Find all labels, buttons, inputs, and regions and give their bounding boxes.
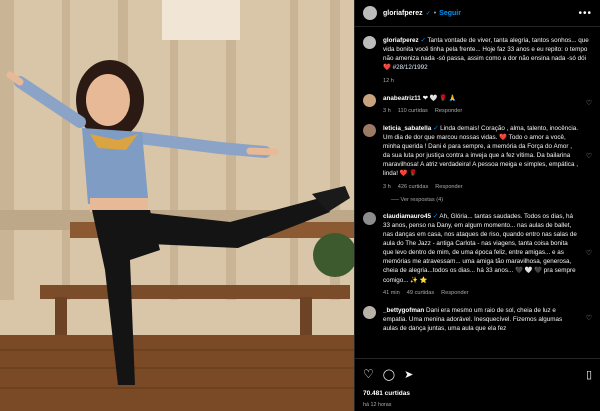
comment-username[interactable]: anabeatriz11 (383, 95, 421, 102)
comment-time: 3 h (383, 183, 391, 190)
like-comment-heart-icon[interactable]: ♡ (586, 99, 592, 109)
comment-item: leticia_sabatella ✓ Linda demais! Coraçã… (363, 123, 592, 191)
comment-likes[interactable]: 49 curtidas (407, 289, 434, 297)
caption-hashtag[interactable]: #28/12/1992 (393, 64, 428, 71)
separator-dot: • (433, 9, 437, 17)
post-side-panel: gloriafperez ✓ • Seguir ••• gloriafperez… (354, 0, 600, 411)
view-replies-label: Ver respostas (4) (400, 196, 444, 203)
comment-username[interactable]: claudiamauro45 (383, 213, 431, 220)
comment-avatar[interactable] (363, 211, 376, 225)
comment-item: anabeatriz11 ❤ 🤍 🌹 🙏 3 h 110 curtidas Re… (363, 93, 592, 115)
comment-icon[interactable]: ◯ (383, 368, 395, 381)
author-avatar[interactable] (363, 6, 377, 20)
post-likes[interactable]: 70.481 curtidas (363, 390, 410, 397)
instagram-post-modal: gloriafperez ✓ • Seguir ••• gloriafperez… (0, 0, 600, 411)
author-username[interactable]: gloriafperez (383, 10, 423, 17)
comment-text: Ah, Glória... tantas saudades. Todos os … (383, 212, 577, 284)
comment-avatar[interactable] (363, 305, 376, 319)
verified-icon: ✓ (425, 10, 431, 17)
bookmark-icon[interactable]: ▯ (586, 368, 592, 381)
comment-item: claudiamauro45 ✓ Ah, Glória... tantas sa… (363, 211, 592, 297)
comment-likes[interactable]: 110 curtidas (398, 107, 428, 115)
share-icon[interactable]: ➤ (404, 368, 413, 381)
post-time: há 12 horas (363, 402, 392, 408)
comment-time: 41 min (383, 289, 400, 296)
comment-text: Linda demais! Coração , alma, talento, i… (383, 124, 579, 178)
comment-username[interactable]: leticia_sabatella (383, 125, 431, 132)
comments-list: gloriafperez ✓ Tanta vontade de viver, t… (355, 36, 600, 333)
verified-icon: ✓ (420, 37, 426, 44)
caption: gloriafperez ✓ Tanta vontade de viver, t… (363, 36, 592, 85)
reply-button[interactable]: Responder (435, 107, 462, 115)
post-photo[interactable] (0, 0, 354, 411)
dancer-photo-illustration (0, 0, 354, 411)
comment-username[interactable]: _bettygofman (383, 307, 424, 314)
comment-text: ❤ 🤍 🌹 🙏 (422, 94, 457, 102)
like-comment-heart-icon[interactable]: ♡ (586, 152, 592, 162)
view-replies-link[interactable]: ── Ver respostas (4) (391, 197, 592, 203)
comment-avatar[interactable] (363, 93, 376, 107)
caption-time: 12 h (383, 77, 394, 84)
post-header: gloriafperez ✓ • Seguir ••• (355, 0, 600, 27)
comment-item: _bettygofman Dani era mesmo um raio de s… (363, 305, 592, 333)
heart-icon[interactable]: ♡ (363, 367, 374, 381)
action-area (355, 358, 600, 411)
caption-heart: ❤️ (383, 64, 391, 72)
reply-button[interactable]: Responder (441, 289, 468, 297)
caption-avatar[interactable] (363, 36, 376, 49)
reply-button[interactable]: Responder (435, 183, 462, 191)
like-comment-heart-icon[interactable]: ♡ (586, 249, 592, 259)
caption-username[interactable]: gloriafperez (383, 37, 419, 44)
comment-likes[interactable]: 426 curtidas (398, 183, 428, 191)
verified-icon: ✓ (433, 124, 439, 132)
more-icon[interactable]: ••• (578, 8, 592, 19)
follow-button[interactable]: Seguir (439, 10, 461, 17)
comment-time: 3 h (383, 107, 391, 114)
action-bar: ♡ ◯ ➤ ▯ (355, 367, 600, 381)
like-comment-heart-icon[interactable]: ♡ (586, 314, 592, 324)
verified-icon: ✓ (432, 212, 438, 220)
comment-avatar[interactable] (363, 123, 376, 137)
